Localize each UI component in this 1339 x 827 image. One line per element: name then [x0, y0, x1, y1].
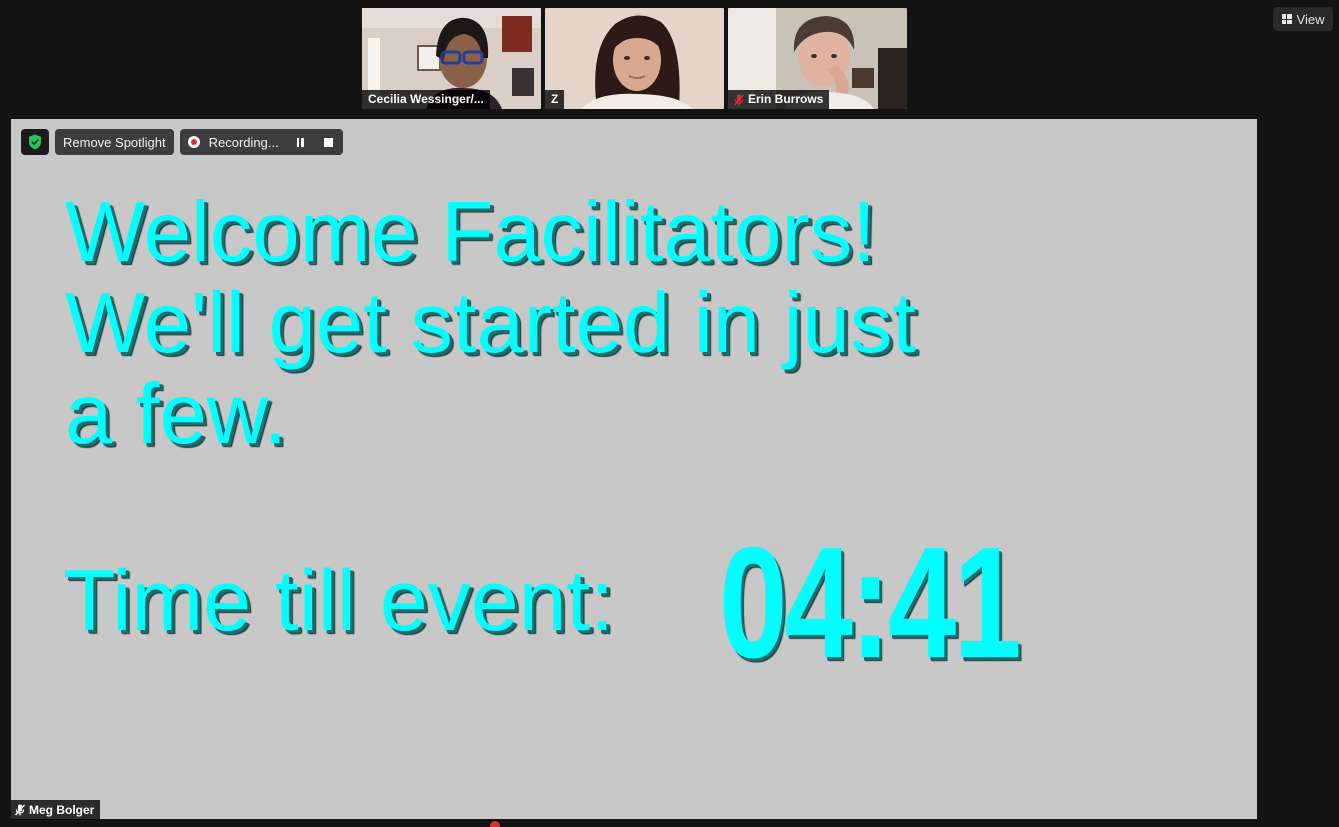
- microphone-muted-icon: [15, 804, 25, 816]
- remove-spotlight-button[interactable]: Remove Spotlight: [55, 129, 174, 155]
- grid-icon: [1281, 14, 1292, 24]
- shared-screen: Remove Spotlight Recording... Welcome Fa…: [11, 119, 1257, 819]
- view-button-label: View: [1296, 11, 1325, 27]
- participant-video-frame: [545, 8, 724, 109]
- slide-line-1: Welcome Facilitators!: [65, 185, 876, 280]
- participant-name-tag: Cecilia Wessinger/...: [362, 90, 490, 109]
- participant-name: Erin Burrows: [748, 92, 824, 106]
- pause-icon[interactable]: [296, 137, 304, 147]
- view-button[interactable]: View: [1273, 7, 1333, 31]
- recording-status-label: Recording...: [208, 134, 279, 150]
- stop-icon[interactable]: [323, 137, 333, 147]
- slide-line-3: a few.: [65, 367, 288, 462]
- participant-name: Cecilia Wessinger/...: [368, 92, 484, 106]
- remove-spotlight-label: Remove Spotlight: [63, 134, 166, 150]
- participant-name-tag: Erin Burrows: [728, 90, 830, 109]
- active-speaker-tag: Meg Bolger: [11, 800, 101, 820]
- participant-name: Z: [551, 92, 559, 106]
- participant-name-tag: Z: [545, 90, 565, 109]
- slide-heading: Welcome Facilitators! We'll get started …: [65, 187, 916, 460]
- record-indicator-icon: [187, 136, 200, 148]
- recording-indicator: [490, 821, 500, 827]
- countdown-label: Time till event:: [63, 553, 615, 649]
- participant-video-erin[interactable]: Erin Burrows: [728, 8, 907, 109]
- security-button[interactable]: [21, 129, 49, 155]
- shield-check-icon: [29, 134, 41, 150]
- microphone-muted-icon: [734, 94, 744, 105]
- share-toolbar: Remove Spotlight Recording...: [21, 129, 343, 155]
- active-speaker-name: Meg Bolger: [29, 803, 95, 817]
- participant-video-z[interactable]: Z: [545, 8, 724, 109]
- recording-control: Recording...: [179, 129, 343, 155]
- slide-line-2: We'll get started in just: [65, 276, 916, 371]
- countdown-timer: 04:41: [719, 515, 1022, 691]
- participant-video-cecilia[interactable]: Cecilia Wessinger/...: [362, 8, 541, 109]
